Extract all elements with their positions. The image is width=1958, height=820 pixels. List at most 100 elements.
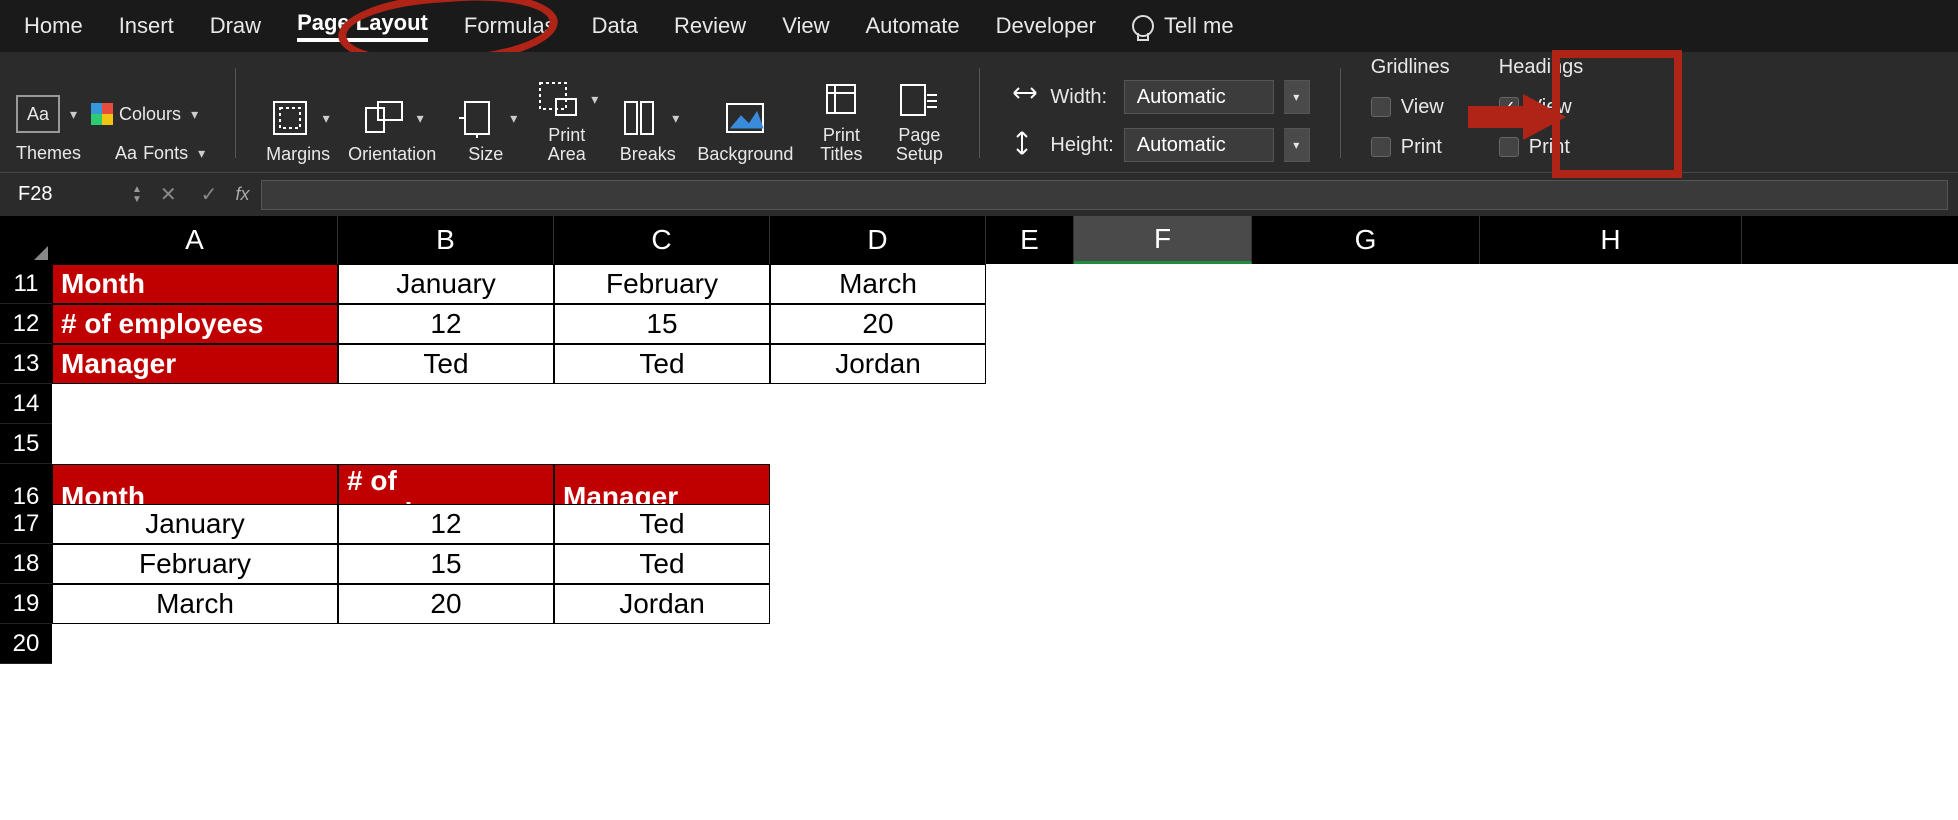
row-header[interactable]: 12 <box>0 304 52 344</box>
cell-B15[interactable] <box>338 424 554 464</box>
page-setup-button[interactable]: Page Setup <box>889 78 949 164</box>
cell-C18[interactable]: Ted <box>554 544 770 584</box>
cell-H13[interactable] <box>1480 344 1742 384</box>
cell-D14[interactable] <box>770 384 986 424</box>
cell-A13[interactable]: Manager <box>52 344 338 384</box>
row-header[interactable]: 17 <box>0 504 52 544</box>
col-header-F[interactable]: F <box>1074 216 1252 264</box>
tab-data[interactable]: Data <box>592 13 638 39</box>
cell-G12[interactable] <box>1252 304 1480 344</box>
cell-C12[interactable]: 15 <box>554 304 770 344</box>
enter-button[interactable]: ✓ <box>195 182 224 207</box>
cell-B13[interactable]: Ted <box>338 344 554 384</box>
row-header[interactable]: 18 <box>0 544 52 584</box>
col-header-C[interactable]: C <box>554 216 770 264</box>
cell-B18[interactable]: 15 <box>338 544 554 584</box>
select-all-corner[interactable] <box>0 216 52 264</box>
cell-B12[interactable]: 12 <box>338 304 554 344</box>
print-area-button[interactable]: ▾ Print Area <box>535 78 598 164</box>
cell-G17[interactable] <box>1252 504 1480 544</box>
cell-E19[interactable] <box>986 584 1074 624</box>
row-header[interactable]: 11 <box>0 264 52 304</box>
col-header-B[interactable]: B <box>338 216 554 264</box>
cell-D20[interactable] <box>770 624 986 664</box>
cell-D12[interactable]: 20 <box>770 304 986 344</box>
cell-H12[interactable] <box>1480 304 1742 344</box>
chevron-down-icon[interactable]: ▾ <box>1284 128 1310 162</box>
row-header[interactable]: 13 <box>0 344 52 384</box>
name-box-stepper[interactable]: ▲▼ <box>132 185 142 205</box>
cell-F13[interactable] <box>1074 344 1252 384</box>
formula-input[interactable] <box>261 180 1948 210</box>
cell-C17[interactable]: Ted <box>554 504 770 544</box>
fonts-button[interactable]: Aa Fonts ▾ <box>115 143 205 164</box>
cell-D13[interactable]: Jordan <box>770 344 986 384</box>
cell-B11[interactable]: January <box>338 264 554 304</box>
fx-icon[interactable]: fx <box>235 184 249 205</box>
cell-C20[interactable] <box>554 624 770 664</box>
cell-A18[interactable]: February <box>52 544 338 584</box>
cell-E17[interactable] <box>986 504 1074 544</box>
col-header-G[interactable]: G <box>1252 216 1480 264</box>
name-box[interactable]: F28 <box>10 178 120 212</box>
margins-button[interactable]: ▾ Margins <box>266 97 330 164</box>
tab-insert[interactable]: Insert <box>119 13 174 39</box>
cell-D18[interactable] <box>770 544 986 584</box>
cell-C14[interactable] <box>554 384 770 424</box>
print-titles-button[interactable]: Print Titles <box>811 78 871 164</box>
cell-A15[interactable] <box>52 424 338 464</box>
cell-G11[interactable] <box>1252 264 1480 304</box>
cell-F20[interactable] <box>1074 624 1252 664</box>
col-header-H[interactable]: H <box>1480 216 1742 264</box>
cell-D19[interactable] <box>770 584 986 624</box>
cell-C13[interactable]: Ted <box>554 344 770 384</box>
tell-me[interactable]: Tell me <box>1132 13 1234 39</box>
cell-E12[interactable] <box>986 304 1074 344</box>
cell-G18[interactable] <box>1252 544 1480 584</box>
cell-E15[interactable] <box>986 424 1074 464</box>
cell-H15[interactable] <box>1480 424 1742 464</box>
size-button[interactable]: ▾ Size <box>454 97 517 164</box>
cell-H14[interactable] <box>1480 384 1742 424</box>
cell-C15[interactable] <box>554 424 770 464</box>
gridlines-print-checkbox[interactable]: Print <box>1371 136 1491 159</box>
tab-review[interactable]: Review <box>674 13 746 39</box>
headings-view-checkbox[interactable]: ✓ View <box>1499 96 1619 119</box>
cell-F12[interactable] <box>1074 304 1252 344</box>
cell-D11[interactable]: March <box>770 264 986 304</box>
cell-C11[interactable]: February <box>554 264 770 304</box>
cell-E20[interactable] <box>986 624 1074 664</box>
cell-A14[interactable] <box>52 384 338 424</box>
cell-D15[interactable] <box>770 424 986 464</box>
cell-A17[interactable]: January <box>52 504 338 544</box>
cell-G14[interactable] <box>1252 384 1480 424</box>
col-header-A[interactable]: A <box>52 216 338 264</box>
cell-G20[interactable] <box>1252 624 1480 664</box>
row-header[interactable]: 14 <box>0 384 52 424</box>
cell-E14[interactable] <box>986 384 1074 424</box>
col-header-E[interactable]: E <box>986 216 1074 264</box>
cell-F18[interactable] <box>1074 544 1252 584</box>
cell-H19[interactable] <box>1480 584 1742 624</box>
cell-F17[interactable] <box>1074 504 1252 544</box>
cancel-button[interactable]: ✕ <box>154 182 183 207</box>
cell-E11[interactable] <box>986 264 1074 304</box>
height-dropdown[interactable]: Automatic <box>1124 128 1274 162</box>
cell-E13[interactable] <box>986 344 1074 384</box>
tab-formulas[interactable]: Formulas <box>464 13 556 39</box>
cell-A12[interactable]: # of employees <box>52 304 338 344</box>
cell-A19[interactable]: March <box>52 584 338 624</box>
row-header[interactable]: 15 <box>0 424 52 464</box>
cell-H17[interactable] <box>1480 504 1742 544</box>
cell-H18[interactable] <box>1480 544 1742 584</box>
tab-automate[interactable]: Automate <box>865 13 959 39</box>
cell-G13[interactable] <box>1252 344 1480 384</box>
cell-A11[interactable]: Month <box>52 264 338 304</box>
themes-button[interactable]: Aa ▾ <box>16 95 77 133</box>
cell-B17[interactable]: 12 <box>338 504 554 544</box>
cell-H20[interactable] <box>1480 624 1742 664</box>
cell-F15[interactable] <box>1074 424 1252 464</box>
cell-F11[interactable] <box>1074 264 1252 304</box>
cell-B14[interactable] <box>338 384 554 424</box>
cell-F14[interactable] <box>1074 384 1252 424</box>
